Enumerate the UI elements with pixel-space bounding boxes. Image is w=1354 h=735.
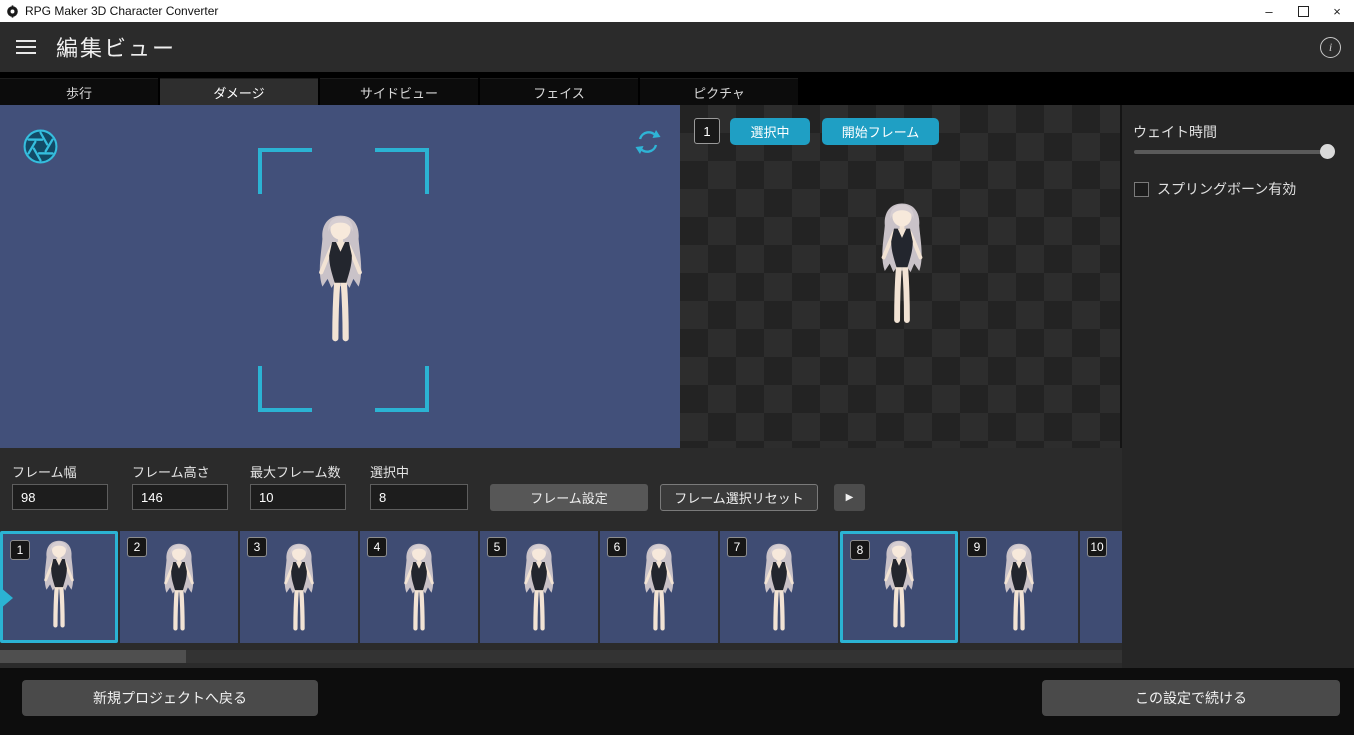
tab-walk[interactable]: 歩行 [0,78,158,105]
frame-strip: 1 2 3 4 5 6 7 8 9 10 [0,530,1122,644]
tab-sideview[interactable]: サイドビュー [320,78,478,105]
spring-bone-label: スプリングボーン有効 [1157,181,1297,197]
frame-thumbnail-8[interactable]: 8 [840,531,958,643]
character-sprite [989,542,1049,640]
current-frame-marker [0,587,13,609]
max-frames-label: 最大フレーム数 [250,465,341,480]
frame-height-input[interactable] [132,484,228,510]
frame-width-input[interactable] [12,484,108,510]
frame-thumbnail-2[interactable]: 2 [120,531,238,643]
maximize-icon [1297,5,1309,17]
frame-number-badge: 4 [367,537,387,557]
app-icon [7,4,18,18]
frame-number-badge: 10 [1087,537,1107,557]
frame-number-badge: 9 [967,537,987,557]
max-frames-input[interactable] [250,484,346,510]
spring-bone-checkbox[interactable] [1134,181,1149,197]
frame-number-badge: 6 [607,537,627,557]
character-sprite [149,542,209,640]
character-sprite [749,542,809,640]
capture-icon[interactable] [22,128,59,165]
page-title: 編集ビュー [56,36,177,61]
selected-label: 選択中 [370,465,410,480]
crop-bracket-bottom-left [258,366,312,412]
character-sprite [29,539,89,637]
frame-thumbnail-1[interactable]: 1 [0,531,118,643]
character-sprite [509,542,569,640]
spring-bone-row: スプリングボーン有効 [1134,179,1296,199]
model-preview-pane [0,105,680,448]
tab-picture[interactable]: ピクチャ [640,78,798,105]
frame-height-label: フレーム高さ [132,465,210,480]
character-sprite [629,542,689,640]
info-icon[interactable]: i [1320,36,1341,58]
crop-bracket-top-right [375,148,429,194]
menu-icon[interactable] [16,40,36,54]
app-window: RPG Maker 3D Character Converter – × 編集ビ… [0,0,1354,735]
frame-width-label: フレーム幅 [12,465,77,480]
character-model [293,213,388,355]
frame-thumbnail-3[interactable]: 3 [240,531,358,643]
frame-thumbnail-9[interactable]: 9 [960,531,1078,643]
frame-thumbnail-7[interactable]: 7 [720,531,838,643]
minimize-button[interactable]: – [1252,0,1286,22]
back-to-project-button[interactable]: 新規プロジェクトへ戻る [22,680,318,716]
character-sprite [862,201,942,336]
wait-time-slider-knob[interactable] [1320,144,1335,159]
character-sprite [1109,542,1122,640]
frame-thumbnail-4[interactable]: 4 [360,531,478,643]
frame-number-badge: 7 [727,537,747,557]
wait-time-label: ウェイト時間 [1133,124,1217,140]
frame-settings-panel: フレーム幅 フレーム高さ 最大フレーム数 選択中 フレーム設定 フレーム選択リセ… [0,448,1122,668]
tab-bar: 歩行 ダメージ サイドビュー フェイス ピクチャ [0,72,1354,105]
wait-time-slider[interactable] [1134,150,1334,154]
frame-thumbnail-10[interactable]: 10 [1080,531,1122,643]
frame-number-badge: 1 [694,118,720,144]
header: 編集ビュー i [0,22,1354,72]
frame-strip-scrollbar[interactable] [0,650,1122,663]
start-frame-button[interactable]: 開始フレーム [822,118,939,145]
frame-number-badge: 1 [10,540,30,560]
frame-set-button[interactable]: フレーム設定 [490,484,648,511]
footer-bar: 新規プロジェクトへ戻る この設定で続ける [0,668,1354,735]
frame-number-badge: 8 [850,540,870,560]
character-sprite [869,539,929,637]
window-title: RPG Maker 3D Character Converter [25,4,219,18]
frame-number-badge: 3 [247,537,267,557]
frame-number-badge: 2 [127,537,147,557]
sprite-preview-pane: 1 選択中 開始フレーム [680,105,1122,448]
close-button[interactable]: × [1320,0,1354,22]
window-controls: – × [1252,0,1354,22]
maximize-button[interactable] [1286,0,1320,22]
rotate-icon[interactable] [633,127,663,157]
continue-button[interactable]: この設定で続ける [1042,680,1340,716]
frame-thumbnail-5[interactable]: 5 [480,531,598,643]
frame-thumbnail-6[interactable]: 6 [600,531,718,643]
frame-reset-button[interactable]: フレーム選択リセット [660,484,818,511]
selected-button[interactable]: 選択中 [730,118,810,145]
play-button[interactable]: ▶ [834,484,865,511]
crop-bracket-top-left [258,148,312,194]
tab-face[interactable]: フェイス [480,78,638,105]
scrollbar-thumb[interactable] [0,650,186,663]
selected-input[interactable] [370,484,468,510]
character-sprite [269,542,329,640]
character-sprite [389,542,449,640]
frame-number-badge: 5 [487,537,507,557]
tab-damage[interactable]: ダメージ [160,78,318,105]
title-bar: RPG Maker 3D Character Converter – × [0,0,1354,22]
settings-sidebar: ウェイト時間 スプリングボーン有効 [1122,105,1354,668]
crop-bracket-bottom-right [375,366,429,412]
